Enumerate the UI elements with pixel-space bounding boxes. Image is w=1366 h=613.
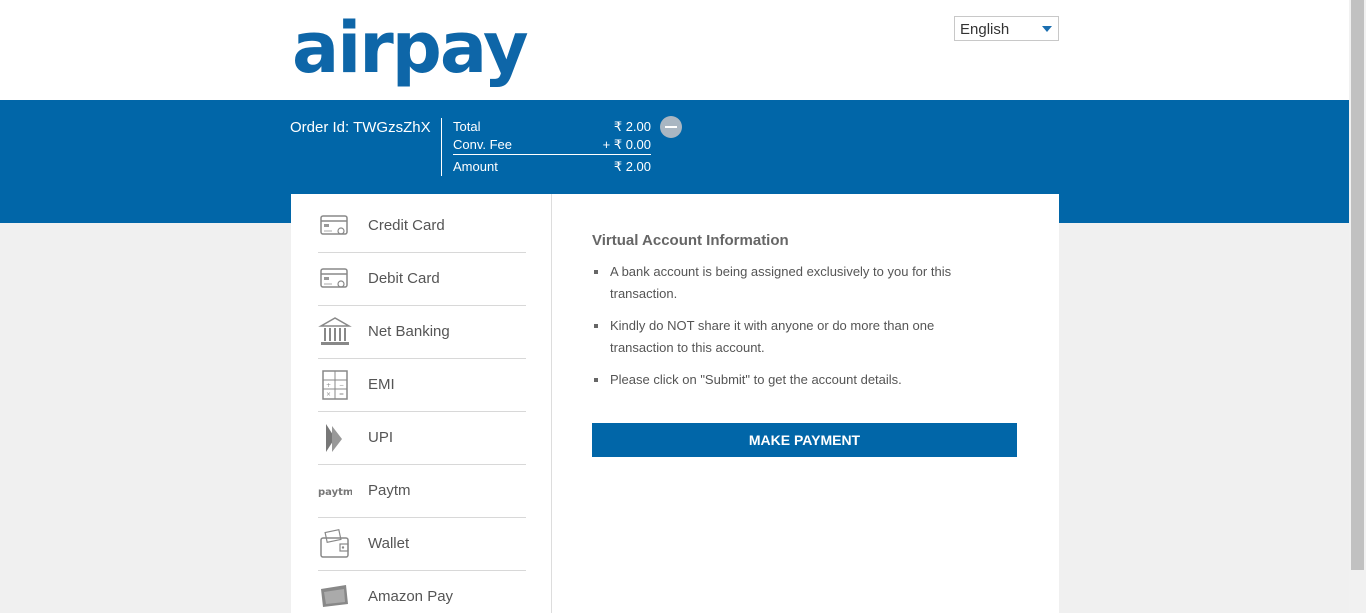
method-label: Net Banking	[368, 323, 450, 340]
method-label: EMI	[368, 376, 395, 393]
method-upi[interactable]: UPI	[318, 412, 526, 465]
paytm-icon-text: paytm	[318, 487, 352, 498]
method-label: Debit Card	[368, 270, 440, 287]
bank-icon	[318, 317, 352, 345]
order-id: Order Id: TWGzsZhX	[290, 119, 431, 136]
summary-divider	[441, 118, 442, 176]
virtual-account-title: Virtual Account Information	[592, 232, 789, 249]
method-label: Wallet	[368, 535, 410, 552]
chevron-down-icon	[1042, 26, 1052, 32]
bullet-text: A bank account is being assigned exclusi…	[610, 264, 952, 301]
language-selected: English	[960, 21, 1010, 38]
amount-value: ₹ 2.00	[613, 159, 651, 174]
upi-icon	[326, 424, 342, 452]
collapse-summary-icon[interactable]	[660, 116, 682, 138]
header: airpay English	[0, 0, 1349, 100]
method-paytm[interactable]: paytm Paytm	[318, 465, 526, 518]
amazon-pay-icon	[321, 585, 348, 607]
bullet-icon	[594, 324, 598, 328]
total-value: ₹ 2.00	[613, 119, 651, 134]
scrollbar-thumb[interactable]	[1351, 0, 1364, 570]
method-emi[interactable]: + − × = EMI	[318, 359, 526, 412]
fee-label: Conv. Fee	[453, 137, 513, 152]
bullet-text: Please click on "Submit" to get the acco…	[610, 372, 902, 387]
airpay-logo: airpay	[292, 7, 529, 89]
credit-card-icon	[320, 215, 348, 235]
paytm-icon: paytm	[318, 487, 352, 498]
payment-methods-list: Credit Card Debit Card Net Banking + − ×…	[291, 194, 552, 613]
method-label: Paytm	[368, 482, 411, 499]
svg-text:×: ×	[326, 391, 331, 398]
amount-label: Amount	[453, 159, 498, 174]
svg-text:=: =	[339, 391, 344, 398]
method-label: Amazon Pay	[368, 588, 454, 605]
svg-text:+: +	[326, 382, 331, 389]
calculator-icon: + − × =	[322, 370, 348, 400]
svg-text:−: −	[339, 382, 344, 389]
method-credit-card[interactable]: Credit Card	[318, 200, 526, 253]
method-wallet[interactable]: Wallet	[318, 518, 526, 571]
method-amazon-pay[interactable]: Amazon Pay	[318, 571, 526, 613]
method-label: Credit Card	[368, 217, 445, 234]
bullet-icon	[594, 378, 598, 382]
language-select[interactable]: English	[954, 16, 1059, 41]
method-net-banking[interactable]: Net Banking	[318, 306, 526, 359]
method-label: UPI	[368, 429, 394, 446]
bullet-icon	[594, 270, 598, 274]
wallet-icon	[320, 528, 349, 558]
payment-card: Credit Card Debit Card Net Banking + − ×…	[291, 194, 1059, 613]
bullet-text: Kindly do NOT share it with anyone or do…	[610, 318, 935, 355]
summary-line	[453, 154, 651, 155]
method-debit-card[interactable]: Debit Card	[318, 253, 526, 306]
debit-card-icon	[320, 268, 348, 288]
fee-value: + ₹ 0.00	[602, 137, 651, 152]
make-payment-button[interactable]: MAKE PAYMENT	[592, 423, 1017, 457]
total-label: Total	[453, 119, 481, 134]
